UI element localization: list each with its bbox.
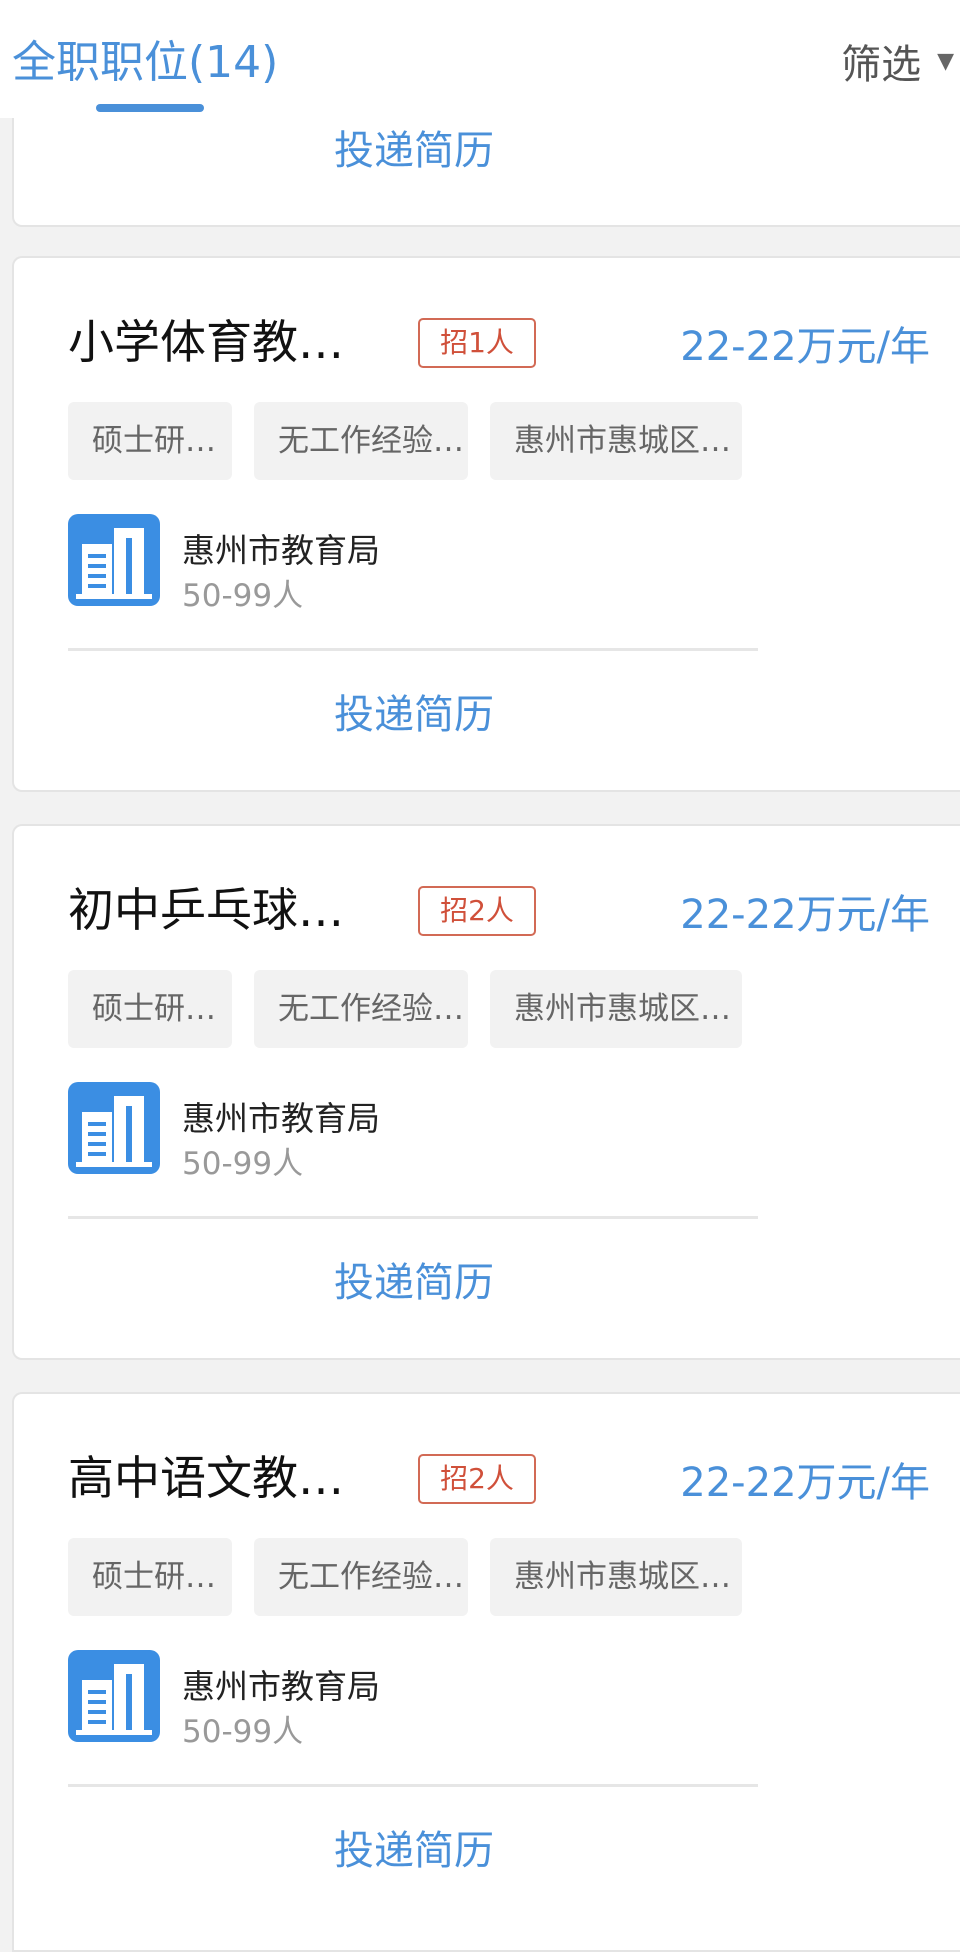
- company-building-icon: [68, 1082, 160, 1174]
- company-building-icon: [68, 514, 160, 606]
- divider: [68, 1784, 758, 1787]
- tab-active-indicator: [96, 104, 204, 112]
- openings-badge: 招2人: [418, 1454, 536, 1504]
- tag-education: 硕士研…: [68, 1538, 232, 1616]
- tag-location: 惠州市惠城区…: [490, 402, 742, 480]
- apply-resume-button[interactable]: 投递简历: [14, 682, 814, 740]
- caret-down-icon: ▼: [937, 48, 954, 74]
- tag-location: 惠州市惠城区…: [490, 970, 742, 1048]
- salary: 22-22万元/年: [680, 892, 930, 938]
- divider: [68, 648, 758, 651]
- tag-location: 惠州市惠城区…: [490, 1538, 742, 1616]
- company-size: 50-99人: [182, 1714, 304, 1750]
- divider: [68, 1216, 758, 1219]
- apply-resume-button[interactable]: 投递简历: [14, 1250, 814, 1308]
- apply-resume-button[interactable]: 投递简历: [14, 118, 814, 176]
- apply-resume-button[interactable]: 投递简历: [14, 1818, 814, 1876]
- tag-experience: 无工作经验…: [254, 970, 468, 1048]
- tag-experience: 无工作经验…: [254, 402, 468, 480]
- company-size: 50-99人: [182, 578, 304, 614]
- company-size: 50-99人: [182, 1146, 304, 1182]
- salary: 22-22万元/年: [680, 324, 930, 370]
- openings-badge: 招1人: [418, 318, 536, 368]
- tag-experience: 无工作经验…: [254, 1538, 468, 1616]
- filter-label: 筛选: [841, 42, 922, 88]
- tab-fulltime-jobs[interactable]: 全职职位(14): [12, 26, 278, 90]
- job-card[interactable]: 小学体育教… 招1人 22-22万元/年 硕士研… 无工作经验… 惠州市惠城区……: [12, 256, 960, 792]
- job-title: 初中乒乓球…: [68, 883, 344, 937]
- tag-education: 硕士研…: [68, 402, 232, 480]
- job-title: 小学体育教…: [68, 315, 344, 369]
- job-card[interactable]: 高中语文教… 招2人 22-22万元/年 硕士研… 无工作经验… 惠州市惠城区……: [12, 1392, 960, 1952]
- salary: 22-22万元/年: [680, 1460, 930, 1506]
- company-building-icon: [68, 1650, 160, 1742]
- job-title: 高中语文教…: [68, 1451, 344, 1505]
- filter-button[interactable]: 筛选 ▼: [841, 32, 954, 90]
- company-name[interactable]: 惠州市教育局: [182, 524, 380, 572]
- job-card[interactable]: 初中乒乓球… 招2人 22-22万元/年 硕士研… 无工作经验… 惠州市惠城区……: [12, 824, 960, 1360]
- company-name[interactable]: 惠州市教育局: [182, 1660, 380, 1708]
- header: 全职职位(14) 筛选 ▼: [0, 0, 960, 118]
- company-name[interactable]: 惠州市教育局: [182, 1092, 380, 1140]
- tag-education: 硕士研…: [68, 970, 232, 1048]
- openings-badge: 招2人: [418, 886, 536, 936]
